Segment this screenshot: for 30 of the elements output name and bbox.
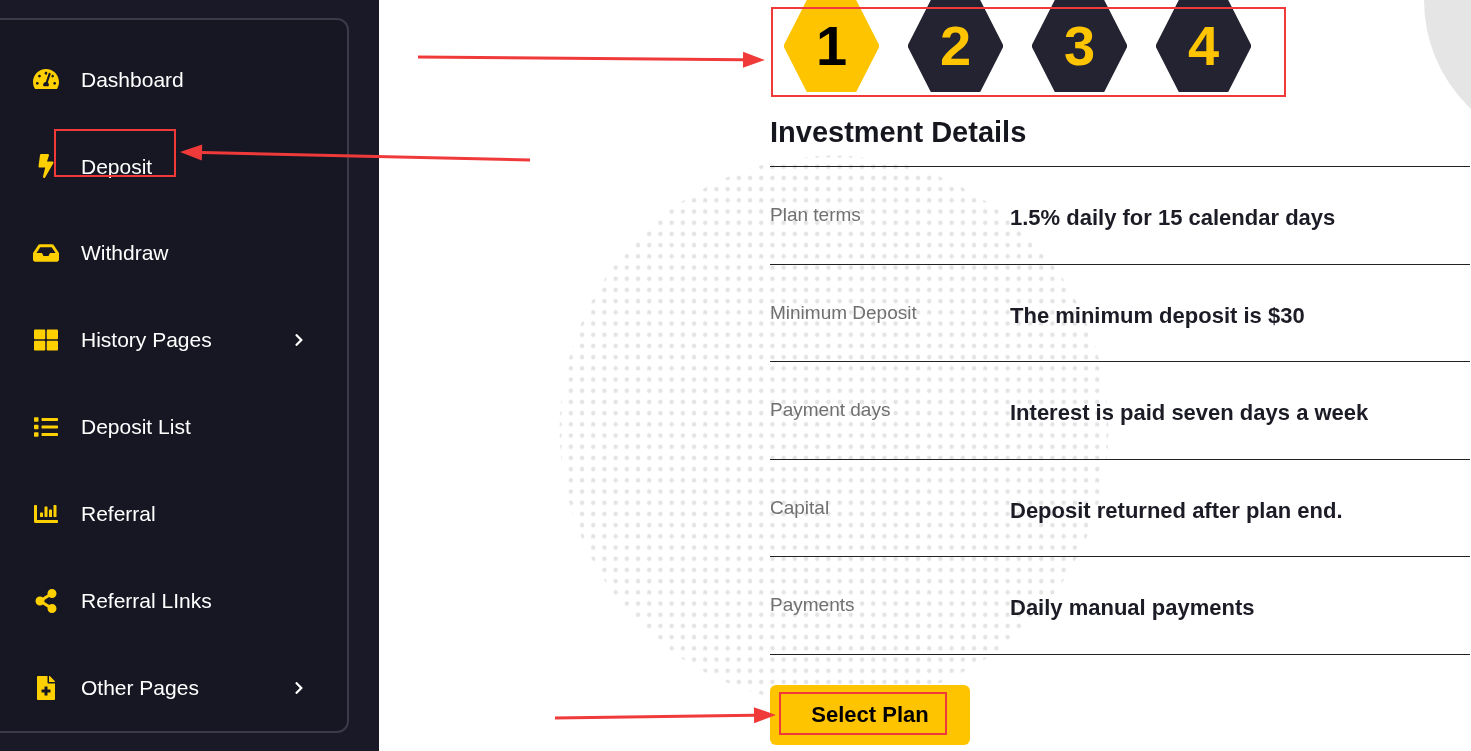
chevron-right-icon: [293, 680, 305, 695]
sidebar-item[interactable]: Deposit List: [0, 383, 347, 471]
step-hexagon[interactable]: 1: [784, 0, 879, 92]
sidebar-item[interactable]: Dashboard: [0, 36, 347, 123]
chevron-right-icon: [293, 333, 305, 348]
select-plan-button[interactable]: Select Plan: [770, 684, 970, 745]
list-icon: [33, 414, 59, 439]
detail-label: Payments: [770, 593, 856, 617]
sidebar-item[interactable]: Withdraw: [0, 209, 347, 297]
detail-value: 1.5% daily for 15 calendar days: [1010, 204, 1336, 232]
detail-value: Daily manual payments: [1010, 594, 1255, 622]
detail-label: Payment days: [770, 398, 892, 422]
detail-value: The minimum deposit is $30: [1010, 301, 1305, 330]
detail-label: Plan terms: [770, 203, 862, 227]
sidebar-item[interactable]: Other Pages: [0, 644, 347, 731]
share-icon: [33, 588, 59, 613]
detail-label: Capital: [770, 495, 831, 520]
step-hexagon[interactable]: 2: [908, 0, 1003, 92]
sidebar-item[interactable]: History Pages: [0, 296, 347, 384]
section-title: Investment Details: [770, 114, 1470, 167]
step-hexagon[interactable]: 4: [1156, 0, 1251, 92]
step-hexagon[interactable]: 3: [1032, 0, 1127, 92]
sidebar-item[interactable]: Referral LInks: [0, 557, 347, 645]
sidebar-item[interactable]: Referral: [0, 470, 347, 558]
detail-value: Deposit returned after plan end.: [1010, 496, 1343, 525]
gauge-icon: [33, 67, 59, 92]
grid-icon: [33, 328, 59, 353]
sidebar-item[interactable]: Deposit: [0, 122, 347, 210]
detail-value: Interest is paid seven days a week: [1010, 399, 1369, 427]
detail-label: Minimum Deposit: [770, 300, 918, 325]
